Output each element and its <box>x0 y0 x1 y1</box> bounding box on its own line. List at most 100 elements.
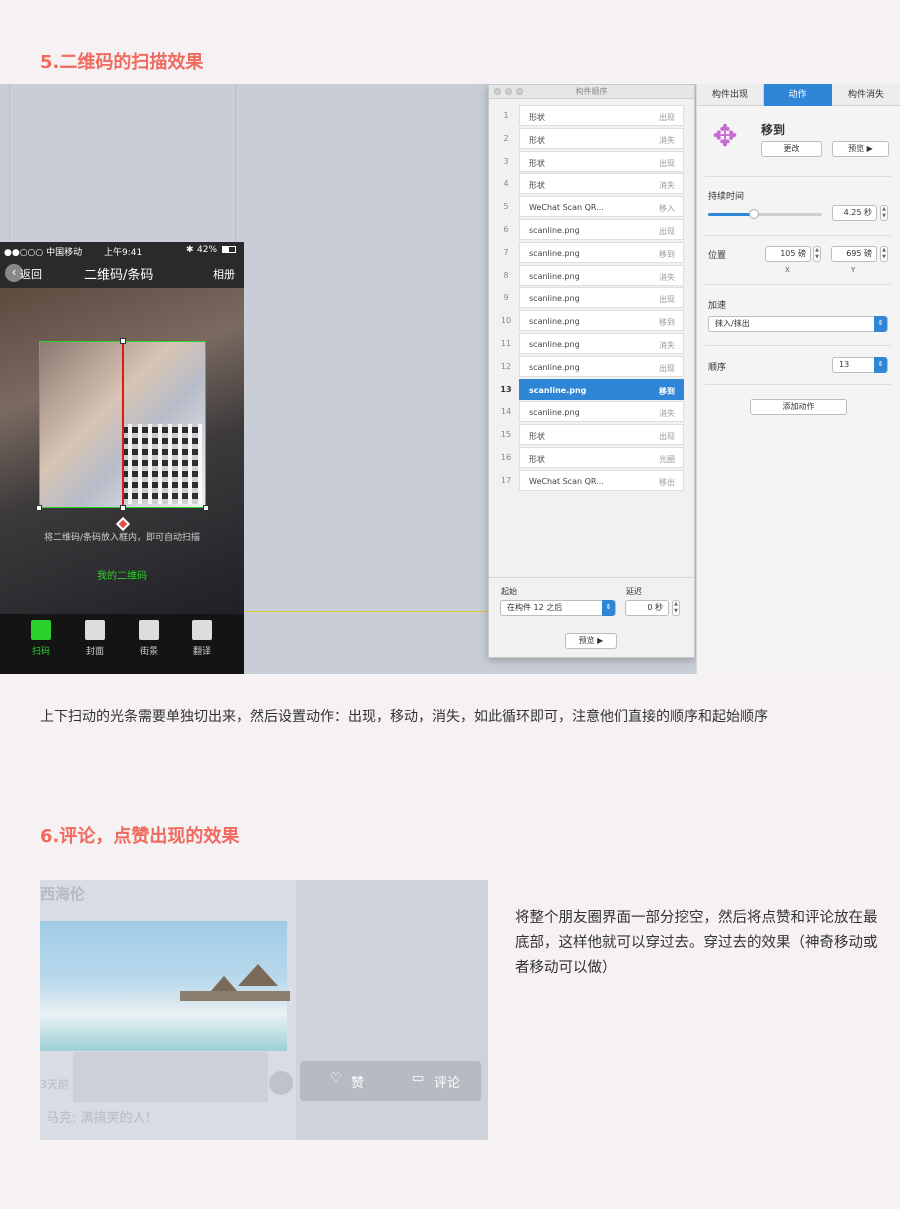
build-row[interactable]: 7 scanline.png 移到 <box>489 241 685 264</box>
build-row-cell[interactable]: 形状 光圈 <box>519 447 684 468</box>
delay-input[interactable]: 0 秒 <box>625 600 669 616</box>
build-row-action: 消失 <box>659 409 675 419</box>
build-row-number: 12 <box>500 361 512 371</box>
tab-build-in[interactable]: 构件出现 <box>697 84 764 106</box>
book-icon <box>85 620 105 640</box>
battery-icon <box>222 246 236 253</box>
resize-handle[interactable] <box>120 505 126 511</box>
tab-cover[interactable]: 封面 <box>73 620 117 657</box>
tab-build-out[interactable]: 构件消失 <box>832 84 900 106</box>
build-row-cell[interactable]: scanline.png 出现 <box>519 287 684 309</box>
comment-text: 马克: 满搞笑的人! <box>46 1111 151 1126</box>
build-row[interactable]: 2 形状 消失 <box>489 127 685 150</box>
duration-slider-knob[interactable] <box>748 209 759 219</box>
position-x-stepper[interactable]: ▲ ▼ <box>813 246 821 262</box>
build-row-cell[interactable]: 形状 消失 <box>519 173 684 195</box>
scanline[interactable] <box>122 341 124 508</box>
section6-title: 6.评论，点赞出现的效果 <box>40 826 240 847</box>
build-row[interactable]: 6 scanline.png 出现 <box>489 219 685 241</box>
duration-label: 持续时间 <box>708 192 745 202</box>
resize-handle[interactable] <box>203 505 209 511</box>
build-row-cell[interactable]: scanline.png 消失 <box>519 264 684 286</box>
build-row[interactable]: 13 scanline.png 移到 <box>489 378 685 401</box>
acceleration-label: 加速 <box>708 301 727 311</box>
position-label: 位置 <box>708 251 727 261</box>
build-row[interactable]: 4 形状 消失 <box>489 173 685 195</box>
duration-input[interactable]: 4.25 秒 <box>832 205 877 221</box>
translate-icon <box>192 620 212 640</box>
my-qr-link[interactable]: 我的二维码 <box>0 567 244 582</box>
build-row-name: WeChat Scan QR... <box>529 476 604 486</box>
build-row-action: 移到 <box>659 318 675 328</box>
build-row-cell[interactable]: scanline.png 消失 <box>519 401 684 423</box>
action-preview-button[interactable]: 预览 ▶ <box>832 141 889 157</box>
tab-action[interactable]: 动作 <box>764 84 832 106</box>
comment-button[interactable]: 评论 <box>434 1072 460 1091</box>
position-y-input[interactable]: 695 磅 <box>831 246 877 262</box>
duration-stepper[interactable]: ▲ ▼ <box>880 205 888 221</box>
tab-translate[interactable]: 翻译 <box>180 620 224 657</box>
build-row[interactable]: 8 scanline.png 消失 <box>489 264 685 287</box>
order-label: 顺序 <box>708 363 727 373</box>
build-row-cell[interactable]: scanline.png 出现 <box>519 219 684 240</box>
duration-slider[interactable] <box>708 209 822 219</box>
build-row[interactable]: 1 形状 出现 <box>489 105 685 127</box>
heart-icon: ♡ <box>330 1071 342 1086</box>
build-row[interactable]: 5 WeChat Scan QR... 移入 <box>489 196 685 218</box>
moments-photo[interactable] <box>40 921 290 1051</box>
build-row-cell[interactable]: WeChat Scan QR... 移入 <box>519 196 684 218</box>
build-row-action: 出现 <box>659 227 675 236</box>
build-row-number: 9 <box>503 293 509 303</box>
build-row[interactable]: 17 WeChat Scan QR... 移出 <box>489 469 685 492</box>
back-button[interactable]: 返回 <box>20 266 42 282</box>
position-x-input[interactable]: 105 磅 <box>765 246 811 262</box>
album-button[interactable]: 相册 <box>213 266 235 282</box>
build-row[interactable]: 9 scanline.png 出现 <box>489 287 685 309</box>
build-row-number: 10 <box>500 316 512 326</box>
build-row-name: scanline.png <box>529 317 580 327</box>
like-button[interactable]: 赞 <box>351 1072 364 1091</box>
acceleration-select[interactable]: 抹入/抹出 ⇕ <box>708 316 888 332</box>
start-select[interactable]: 在构件 12 之后 ⇕ <box>500 600 616 616</box>
build-row-cell[interactable]: 形状 消失 <box>519 127 684 149</box>
build-row[interactable]: 10 scanline.png 移到 <box>489 310 685 332</box>
build-row-cell[interactable]: scanline.png 移到 <box>519 310 684 332</box>
keynote-scene: ●●○○○ 中国移动 上午9:41 ✱ 42% ‹ 返回 二维码/条码 相册 将… <box>0 84 900 674</box>
position-y-stepper[interactable]: ▲ ▼ <box>880 246 888 262</box>
build-row-cell[interactable]: scanline.png 消失 <box>519 333 684 354</box>
build-row-cell[interactable]: 形状 出现 <box>519 424 684 446</box>
tab-label: 扫码 <box>31 647 50 657</box>
resize-handle[interactable] <box>120 338 126 344</box>
tab-scan[interactable]: 扫码 <box>19 620 63 657</box>
like-comment-bar: ♡ 赞 ▭ 评论 <box>300 1061 481 1101</box>
more-dots-icon[interactable] <box>269 1071 293 1095</box>
build-row-number: 6 <box>503 225 509 234</box>
post-time: 3天前 <box>40 1078 69 1091</box>
build-row-cell[interactable]: WeChat Scan QR... 移出 <box>519 469 684 491</box>
tab-label: 翻译 <box>192 647 211 657</box>
build-row[interactable]: 3 形状 出现 <box>489 150 685 173</box>
divider <box>705 176 891 177</box>
resize-handle[interactable] <box>36 505 42 511</box>
add-action-button[interactable]: 添加动作 <box>750 399 847 415</box>
build-row-cell[interactable]: scanline.png 出现 <box>519 355 684 377</box>
build-row[interactable]: 14 scanline.png 消失 <box>489 401 685 423</box>
build-row-cell[interactable]: scanline.png 移到 <box>519 241 684 263</box>
build-row[interactable]: 16 形状 光圈 <box>489 447 685 469</box>
delay-stepper[interactable]: ▲ ▼ <box>672 600 680 616</box>
tab-street[interactable]: 街景 <box>127 620 171 657</box>
build-order-window: 构件顺序 1 形状 出现 2 形状 消失 3 形状 出现 4 形状 消失 5 WeChat Scan QR… <box>488 84 695 658</box>
change-button[interactable]: 更改 <box>761 141 822 157</box>
preview-button[interactable]: 预览 ▶ <box>565 633 617 649</box>
build-row[interactable]: 15 形状 出现 <box>489 424 685 446</box>
build-row-cell[interactable]: 形状 出现 <box>519 150 684 172</box>
moments-username[interactable]: 西海伦 <box>40 883 85 904</box>
build-row[interactable]: 11 scanline.png 消失 <box>489 333 685 355</box>
hut-shape <box>210 976 238 992</box>
build-row-name: 形状 <box>529 113 545 122</box>
build-row-cell[interactable]: scanline.png 移到 <box>519 378 684 400</box>
chevron-updown-icon: ⇕ <box>874 357 887 373</box>
build-row-cell[interactable]: 形状 出现 <box>519 105 684 126</box>
build-row[interactable]: 12 scanline.png 出现 <box>489 355 685 378</box>
order-select[interactable]: 13 ⇕ <box>832 357 888 373</box>
